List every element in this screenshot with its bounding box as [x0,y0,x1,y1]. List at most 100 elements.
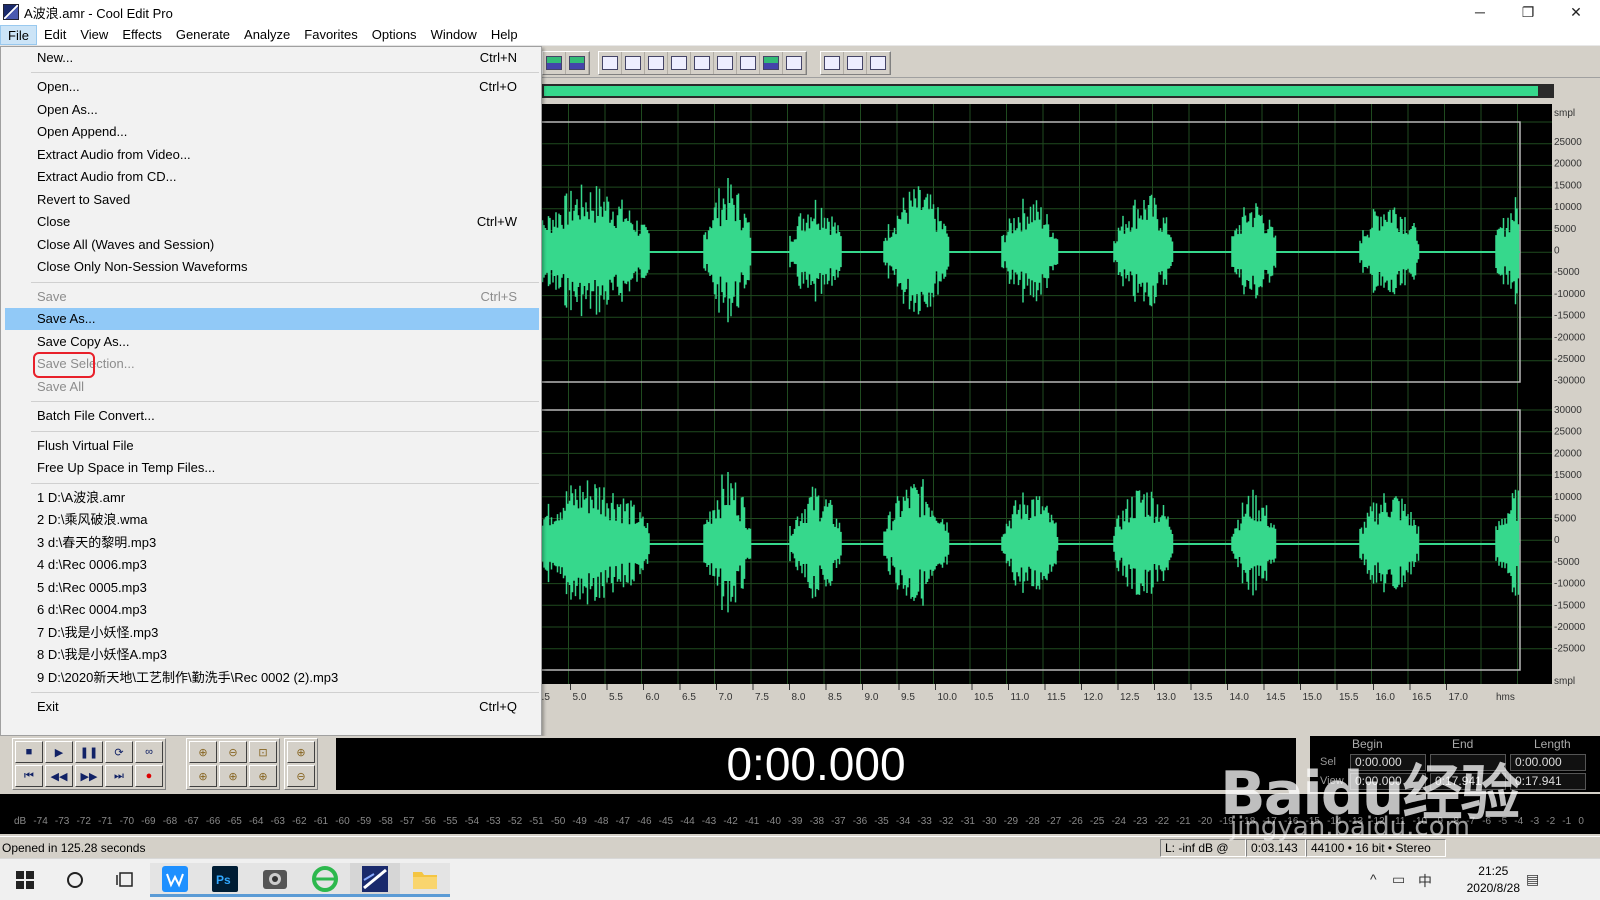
menu-favorites[interactable]: Favorites [297,25,364,45]
menu-item-save-copy-as[interactable]: Save Copy As... [5,331,539,353]
minimize-button[interactable]: ─ [1456,0,1504,24]
menu-item-exit[interactable]: Exit Ctrl+Q [5,696,539,718]
recent-file-5[interactable]: 5 d:\Rec 0005.mp3 [5,577,539,599]
zoom-in-icon[interactable]: ⊕ [189,741,217,763]
menu-item-open-as[interactable]: Open As... [5,99,539,121]
menu-item-save-all[interactable]: Save All [5,376,539,398]
zoom-out-icon[interactable]: ⊖ [219,741,247,763]
loop-button[interactable]: ∞ [135,741,163,763]
ime-indicator[interactable]: 中 [1418,871,1432,891]
amplitude-tick-label: -10000 [1554,289,1586,300]
menu-item-new[interactable]: New... Ctrl+N [5,47,539,69]
rewind-button[interactable]: ◀◀ [45,765,73,787]
zoom-vertical-in-icon[interactable]: ⊕ [287,741,315,763]
menu-item-open-append[interactable]: Open Append... [5,121,539,143]
menu-edit[interactable]: Edit [37,25,73,45]
go-to-start-button[interactable]: ⏮ [15,765,43,787]
go-to-end-button[interactable]: ⏭ [105,765,133,787]
menu-item-extract-video[interactable]: Extract Audio from Video... [5,144,539,166]
copy-icon[interactable] [622,52,645,74]
recent-file-8[interactable]: 8 D:\我是小妖怪A.mp3 [5,644,539,666]
task-view-icon[interactable] [100,863,150,897]
menu-item-close-non-session[interactable]: Close Only Non-Session Waveforms [5,256,539,278]
help-icon[interactable] [867,52,890,74]
notification-icon[interactable]: ▤ [1526,871,1539,888]
menu-item-save-selection[interactable]: Save Selection... [5,353,539,375]
settings-icon[interactable] [821,52,844,74]
browser-icon[interactable] [300,863,350,897]
view-begin-field[interactable]: 0:00.000 [1350,773,1426,790]
explorer-icon[interactable] [400,863,450,897]
play-button[interactable]: ▶ [45,741,73,763]
menu-view[interactable]: View [73,25,115,45]
spectral-view-icon[interactable] [566,52,589,74]
grid-icon[interactable] [737,52,760,74]
menu-item-save-as[interactable]: Save As... [5,308,539,330]
menu-item-close-all[interactable]: Close All (Waves and Session) [5,234,539,256]
sel-begin-field[interactable]: 0:00.000 [1350,754,1426,771]
wps-icon[interactable] [150,863,200,897]
spectrum-icon[interactable] [760,52,783,74]
amplitude-tick-label: 0 [1554,535,1560,546]
restore-button[interactable]: ❐ [1504,0,1552,24]
zoom-right-icon[interactable]: ⊕ [219,765,247,787]
stop-button[interactable]: ■ [15,741,43,763]
menu-item-revert[interactable]: Revert to Saved [5,189,539,211]
sel-length-field[interactable]: 0:00.000 [1510,754,1586,771]
blank-icon[interactable] [783,52,806,74]
menu-item-extract-cd[interactable]: Extract Audio from CD... [5,166,539,188]
zoom-vertical-out-icon[interactable]: ⊖ [287,765,315,787]
close-button[interactable]: ✕ [1552,0,1600,24]
play-icon[interactable] [668,52,691,74]
paste-icon[interactable] [645,52,668,74]
recent-file-9[interactable]: 9 D:\2020新天地\工艺制作\勤洗手\Rec 0002 (2).mp3 [5,667,539,689]
menu-options[interactable]: Options [365,25,424,45]
multitrack-view-icon[interactable] [543,52,566,74]
fast-forward-button[interactable]: ▶▶ [75,765,103,787]
recent-file-2[interactable]: 2 D:\乘风破浪.wma [5,509,539,531]
cool-edit-icon[interactable] [350,863,400,897]
mix-paste-icon[interactable] [714,52,737,74]
meter-tick-label: -26 [1068,816,1083,827]
zoom-full-icon[interactable]: ⊡ [249,741,277,763]
menu-generate[interactable]: Generate [169,25,237,45]
script-icon[interactable] [844,52,867,74]
network-icon[interactable]: ▭ [1392,871,1405,888]
recent-file-6[interactable]: 6 d:\Rec 0004.mp3 [5,599,539,621]
view-end-field[interactable]: 0:17.941 [1430,773,1506,790]
photoshop-icon[interactable]: Ps [200,863,250,897]
play-to-end-button[interactable]: ⟳ [105,741,133,763]
overview-bar[interactable] [532,84,1554,98]
status-position: 0:03.143 [1246,839,1306,857]
menu-item-flush-virtual[interactable]: Flush Virtual File [5,435,539,457]
meter-tick-label: -50 [550,816,566,827]
menu-item-free-temp[interactable]: Free Up Space in Temp Files... [5,457,539,479]
zoom-left-icon[interactable]: ⊕ [189,765,217,787]
menu-item-close[interactable]: Close Ctrl+W [5,211,539,233]
start-icon[interactable] [0,863,50,897]
cut-icon[interactable] [599,52,622,74]
view-length-field[interactable]: 0:17.941 [1510,773,1586,790]
recent-file-4[interactable]: 4 d:\Rec 0006.mp3 [5,554,539,576]
menu-help[interactable]: Help [484,25,525,45]
tray-chevron-icon[interactable]: ^ [1370,871,1377,887]
sel-end-field[interactable] [1430,754,1506,771]
menu-effects[interactable]: Effects [115,25,169,45]
menu-item-save[interactable]: Save Ctrl+S [5,286,539,308]
menu-window[interactable]: Window [424,25,484,45]
waveform-display[interactable]: 4.5 5.0 5.5 6.0 6.5 7.0 7.5 8.0 8.5 9.0 9.5 10.0 10.… [532,104,1554,710]
system-clock[interactable]: 21:25 2020/8/28 [1467,863,1520,897]
zoom-icon[interactable] [691,52,714,74]
record-button[interactable]: ● [135,765,163,787]
zoom-selection-icon[interactable]: ⊕ [249,765,277,787]
camera-icon[interactable] [250,863,300,897]
search-icon[interactable] [50,863,100,897]
menu-analyze[interactable]: Analyze [237,25,297,45]
pause-button[interactable]: ❚❚ [75,741,103,763]
menu-file[interactable]: File [0,24,37,45]
recent-file-7[interactable]: 7 D:\我是小妖怪.mp3 [5,622,539,644]
recent-file-3[interactable]: 3 d:\春天的黎明.mp3 [5,532,539,554]
menu-item-open[interactable]: Open... Ctrl+O [5,76,539,98]
recent-file-1[interactable]: 1 D:\A波浪.amr [5,487,539,509]
menu-item-batch-convert[interactable]: Batch File Convert... [5,405,539,427]
